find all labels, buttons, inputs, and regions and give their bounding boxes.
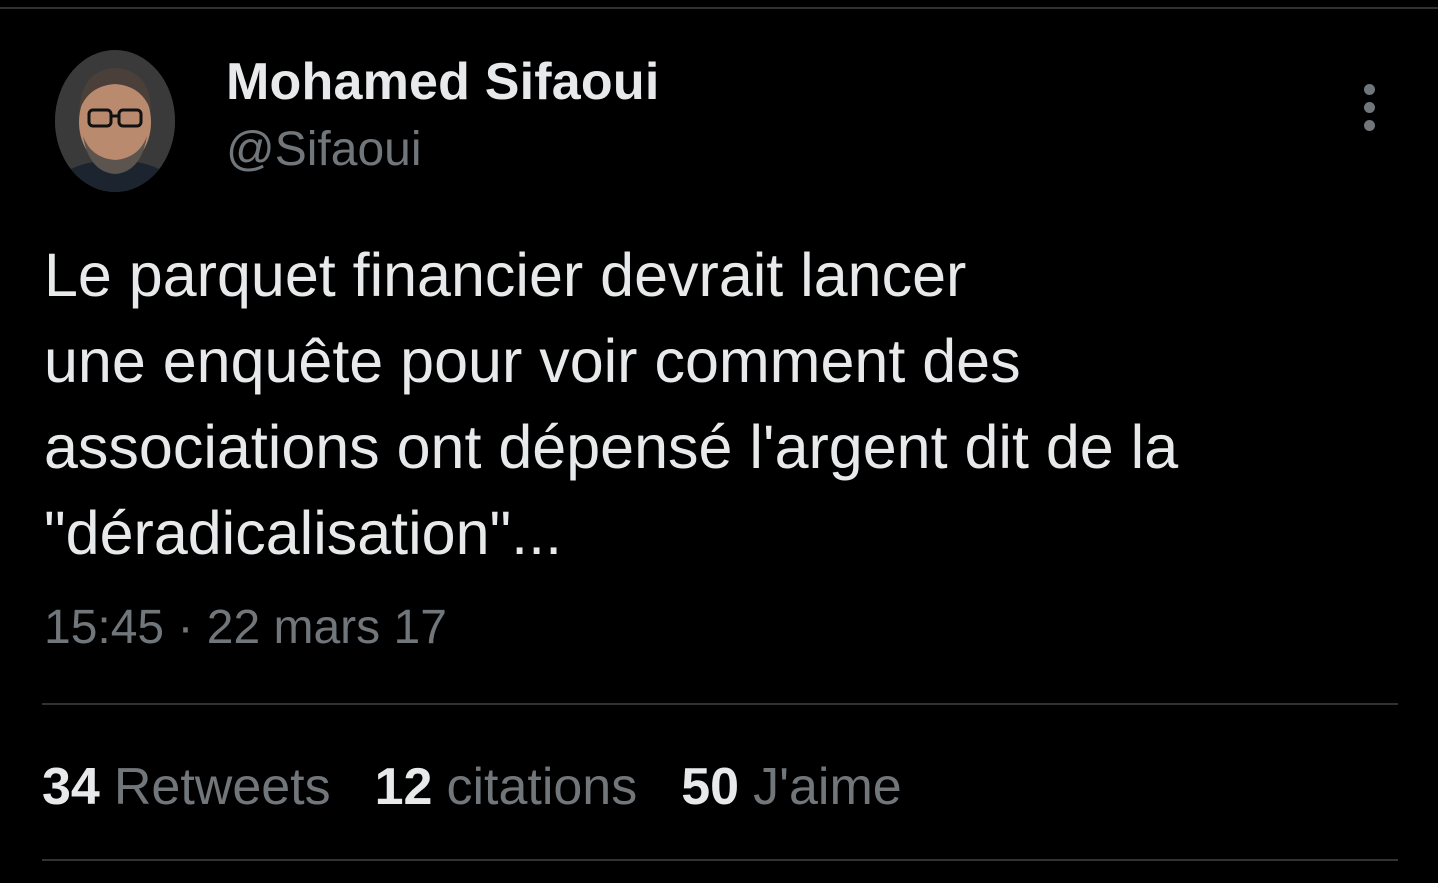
retweets-count: 34 (42, 758, 100, 816)
divider (42, 703, 1398, 705)
author-handle[interactable]: @Sifaoui (226, 122, 422, 177)
tweet-stats: 34 Retweets 12 citations 50 J'aime (42, 757, 946, 817)
avatar-photo-icon (55, 50, 175, 192)
more-vertical-icon-dot (1364, 102, 1375, 113)
avatar[interactable] (55, 50, 175, 192)
author-display-name[interactable]: Mohamed Sifaoui (226, 52, 659, 112)
quotes-count: 12 (374, 758, 433, 816)
retweets-label: Retweets (113, 758, 331, 816)
likes-stat[interactable]: 50 J'aime (681, 757, 901, 817)
more-vertical-icon-dot (1364, 120, 1375, 131)
more-options-button[interactable] (1352, 82, 1388, 134)
tweet-timestamp[interactable]: 15:45 · 22 mars 17 (44, 600, 447, 655)
likes-count: 50 (681, 758, 740, 816)
top-divider (0, 7, 1438, 9)
tweet-text: Le parquet financier devrait lancer une … (44, 241, 1179, 567)
likes-label: J'aime (753, 758, 902, 816)
retweets-stat[interactable]: 34 Retweets (42, 757, 331, 817)
more-vertical-icon (1364, 84, 1375, 95)
quotes-label: citations (446, 758, 638, 816)
quotes-stat[interactable]: 12 citations (375, 757, 638, 817)
divider (42, 859, 1398, 861)
